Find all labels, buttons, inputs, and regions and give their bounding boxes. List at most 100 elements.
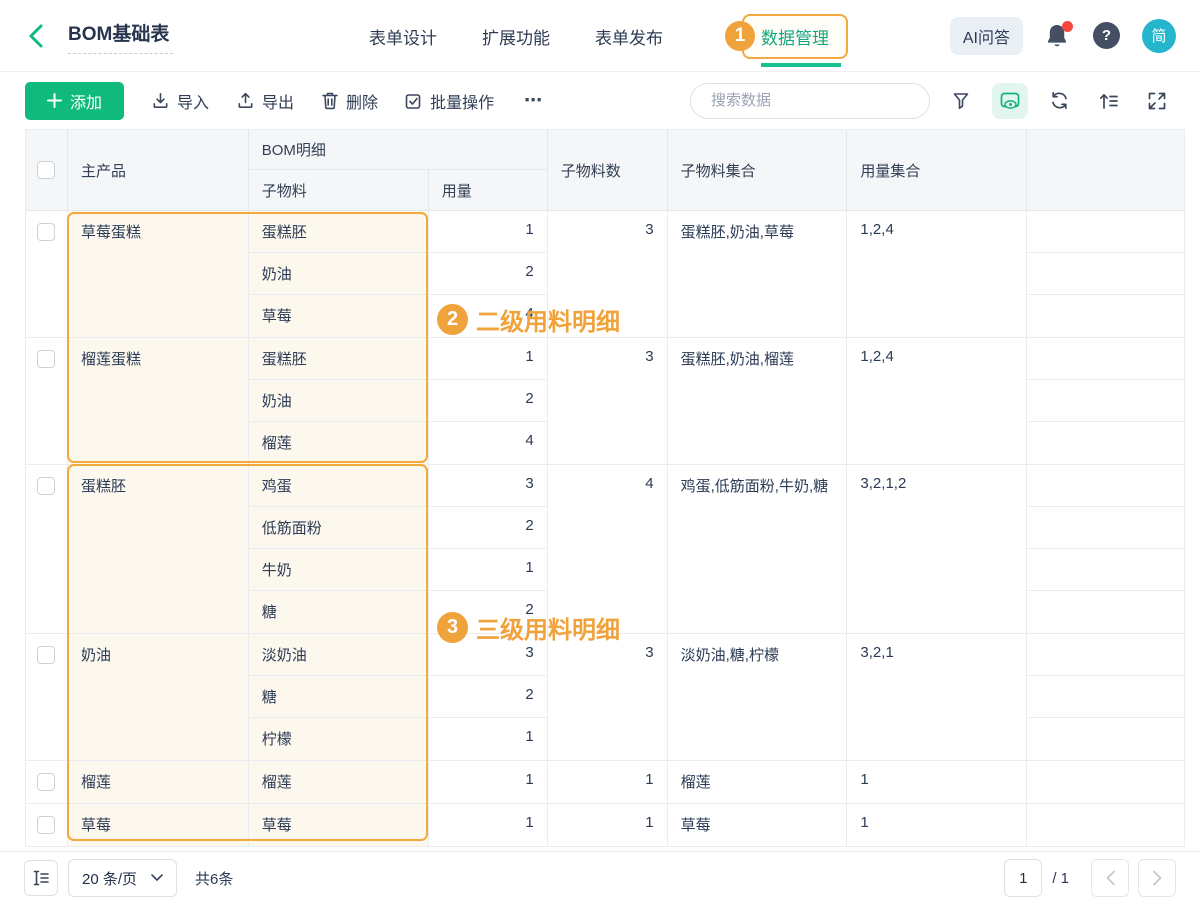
bom-detail-subrows: 鸡蛋3低筋面粉2牛奶1糖2: [249, 465, 548, 633]
field-display-button[interactable]: [992, 83, 1028, 119]
table-row[interactable]: 草莓蛋糕蛋糕胚1奶油2草莓43蛋糕胚,奶油,草莓1,2,4: [26, 211, 1184, 338]
col-header-material-set[interactable]: 子物料集合: [668, 130, 848, 210]
col-header-usage-set[interactable]: 用量集合: [847, 130, 1027, 210]
row-checkbox[interactable]: [37, 350, 55, 368]
table-row[interactable]: 奶油淡奶油3糖2柠檬13淡奶油,糖,柠檬3,2,1: [26, 634, 1184, 761]
next-page-button[interactable]: [1138, 859, 1176, 897]
empty-subcell: [1027, 295, 1184, 337]
search-input[interactable]: [711, 92, 910, 109]
cell-sub-material: 淡奶油: [249, 634, 429, 676]
prev-page-button[interactable]: [1091, 859, 1129, 897]
more-actions-button[interactable]: ⋯: [524, 90, 544, 111]
cell-material-set: 草莓: [668, 804, 848, 846]
top-nav: 表单设计 扩展功能 表单发布 1 数据管理: [369, 0, 848, 72]
fullscreen-button[interactable]: [1139, 83, 1175, 119]
toolbar-right: [690, 83, 1175, 119]
col-header-sub-material[interactable]: 子物料: [249, 170, 429, 210]
tab-form-publish[interactable]: 表单发布: [595, 24, 663, 49]
cell-material-set: 榴莲: [668, 761, 848, 803]
export-icon: [236, 91, 255, 110]
help-icon[interactable]: ?: [1093, 22, 1120, 49]
table-row[interactable]: 蛋糕胚鸡蛋3低筋面粉2牛奶1糖24鸡蛋,低筋面粉,牛奶,糖3,2,1,2: [26, 465, 1184, 634]
cell-extra: [1027, 761, 1184, 803]
filter-button[interactable]: [943, 83, 979, 119]
plus-icon: [47, 93, 62, 108]
col-group-bom-detail: BOM明细 子物料 用量: [249, 130, 548, 210]
cell-usage: 1: [429, 804, 548, 846]
page-total-label: / 1: [1052, 870, 1069, 887]
row-checkbox[interactable]: [37, 223, 55, 241]
detail-subrow: 牛奶1: [249, 549, 548, 591]
cell-sub-material: 榴莲: [249, 761, 429, 803]
eye-card-icon: [999, 90, 1021, 112]
notifications-bell-icon[interactable]: [1045, 23, 1071, 49]
trash-icon: [321, 91, 339, 110]
detail-subrow: 蛋糕胚1: [249, 211, 548, 253]
current-page-input[interactable]: 1: [1004, 859, 1042, 897]
tab-data-management-wrap: 1 数据管理: [742, 14, 848, 59]
empty-subcell: [1027, 634, 1184, 676]
tab-data-management[interactable]: 数据管理: [742, 14, 848, 59]
cell-usage: 2: [429, 380, 548, 422]
cell-main-product: 奶油: [68, 634, 249, 760]
cell-usage: 2: [429, 507, 548, 549]
col-header-sub-count[interactable]: 子物料数: [548, 130, 668, 210]
sort-button[interactable]: [1090, 83, 1126, 119]
empty-subcell: [1027, 804, 1184, 846]
row-checkbox[interactable]: [37, 477, 55, 495]
cell-sub-material: 糖: [249, 676, 429, 718]
col-header-usage[interactable]: 用量: [429, 170, 548, 210]
import-icon: [151, 91, 170, 110]
delete-button[interactable]: 删除: [321, 89, 378, 113]
table-row[interactable]: 草莓草莓11草莓1: [26, 804, 1184, 847]
app-header: BOM基础表 表单设计 扩展功能 表单发布 1 数据管理 AI问答 ? 简: [0, 0, 1200, 72]
row-checkbox[interactable]: [37, 773, 55, 791]
empty-subcell: [1027, 422, 1184, 464]
batch-ops-button[interactable]: 批量操作: [405, 89, 494, 113]
select-all-checkbox[interactable]: [37, 161, 55, 179]
row-checkbox[interactable]: [37, 646, 55, 664]
row-checkbox[interactable]: [37, 816, 55, 834]
cell-sub-material: 奶油: [249, 253, 429, 295]
col-header-main-product[interactable]: 主产品: [68, 130, 249, 210]
table-row[interactable]: 榴莲榴莲11榴莲1: [26, 761, 1184, 804]
cell-material-set: 鸡蛋,低筋面粉,牛奶,糖: [668, 465, 848, 633]
detail-subrow: 糖2: [249, 676, 548, 718]
empty-subcell: [1027, 380, 1184, 422]
refresh-icon: [1049, 90, 1070, 111]
cell-usage: 1: [429, 338, 548, 380]
detail-subrow: 奶油2: [249, 380, 548, 422]
export-button[interactable]: 导出: [236, 89, 294, 113]
cell-sub-material: 奶油: [249, 380, 429, 422]
table-body: 草莓蛋糕蛋糕胚1奶油2草莓43蛋糕胚,奶油,草莓1,2,4榴莲蛋糕蛋糕胚1奶油2…: [26, 211, 1184, 847]
funnel-icon: [951, 91, 971, 111]
cell-sub-material: 草莓: [249, 804, 429, 846]
import-button[interactable]: 导入: [151, 89, 209, 113]
detail-subrow: 淡奶油3: [249, 634, 548, 676]
cell-usage: 3: [429, 465, 548, 507]
back-icon[interactable]: [24, 23, 50, 49]
page-size-select[interactable]: 20 条/页: [68, 859, 177, 897]
empty-subcell: [1027, 591, 1184, 633]
row-height-button[interactable]: [24, 860, 58, 896]
chevron-left-icon: [1105, 870, 1116, 886]
add-button[interactable]: 添加: [25, 82, 124, 120]
cell-sub-material: 柠檬: [249, 718, 429, 760]
avatar[interactable]: 简: [1142, 19, 1176, 53]
cell-usage: 4: [429, 422, 548, 464]
col-header-bom-group[interactable]: BOM明细: [249, 130, 548, 170]
cell-sub-material: 糖: [249, 591, 429, 633]
table-row[interactable]: 榴莲蛋糕蛋糕胚1奶油2榴莲43蛋糕胚,奶油,榴莲1,2,4: [26, 338, 1184, 465]
ai-qa-button[interactable]: AI问答: [950, 17, 1023, 55]
row-checkbox-cell: [26, 761, 68, 803]
tab-extensions[interactable]: 扩展功能: [482, 24, 550, 49]
cell-usage: 4: [429, 295, 548, 337]
page-title: BOM基础表: [68, 17, 173, 54]
header-actions: AI问答 ? 简: [950, 17, 1176, 55]
cell-usage: 1: [429, 761, 548, 803]
cell-main-product: 榴莲蛋糕: [68, 338, 249, 464]
tab-form-design[interactable]: 表单设计: [369, 24, 437, 49]
refresh-button[interactable]: [1041, 83, 1077, 119]
row-checkbox-cell: [26, 804, 68, 846]
detail-subrow: 糖2: [249, 591, 548, 633]
